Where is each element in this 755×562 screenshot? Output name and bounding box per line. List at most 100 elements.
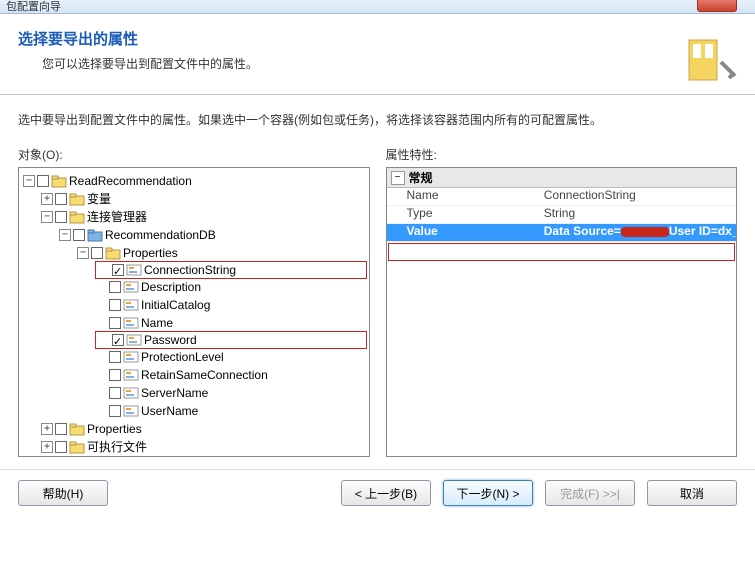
checkbox[interactable]: [91, 247, 103, 259]
tree-label: 变量: [87, 190, 111, 208]
tree-label: ConnectionString: [144, 261, 236, 279]
tree-label: Properties: [87, 420, 142, 438]
tree-node-connectionmanagers[interactable]: − 连接管理器: [41, 208, 367, 226]
window-titlebar: 包配置向导: [0, 0, 755, 14]
checkbox[interactable]: [73, 229, 85, 241]
grid-row-name[interactable]: Name ConnectionString: [387, 188, 737, 206]
tree-label: InitialCatalog: [141, 296, 210, 314]
checkbox[interactable]: [112, 264, 124, 276]
grid-value[interactable]: Data Source=User ID=dx_l: [544, 224, 736, 241]
checkbox[interactable]: [109, 351, 121, 363]
checkbox[interactable]: [109, 317, 121, 329]
checkbox[interactable]: [109, 405, 121, 417]
expand-toggle[interactable]: +: [41, 423, 53, 435]
tree-node-recommendationdb[interactable]: − RecommendationDB: [59, 226, 367, 244]
tree-node-username[interactable]: UserName: [95, 402, 367, 420]
folder-icon: [69, 192, 85, 206]
grid-section-title: 常规: [409, 169, 433, 186]
tree-node-properties-pkg[interactable]: + Properties: [41, 420, 367, 438]
checkbox[interactable]: [37, 175, 49, 187]
grid-row-value[interactable]: Value Data Source=User ID=dx_l: [387, 224, 737, 242]
property-icon: [126, 333, 142, 347]
tree-label: RetainSameConnection: [141, 366, 268, 384]
tree-node-password[interactable]: Password: [95, 331, 367, 349]
expand-toggle[interactable]: −: [41, 211, 53, 223]
tree-label: ProtectionLevel: [141, 348, 224, 366]
tree-label: Name: [141, 314, 173, 332]
expand-toggle[interactable]: +: [41, 441, 53, 453]
checkbox[interactable]: [109, 369, 121, 381]
tree-node-variables[interactable]: + 变量: [41, 190, 367, 208]
highlight-box: [388, 243, 736, 261]
objects-label: 对象(O):: [18, 146, 370, 163]
tree-label: Description: [141, 278, 201, 296]
properties-pane: 属性特性: − 常规 Name ConnectionString Type St…: [386, 146, 738, 457]
checkbox[interactable]: [112, 334, 124, 346]
grid-key: Value: [387, 224, 544, 241]
window-title: 包配置向导: [6, 1, 61, 13]
property-icon: [123, 280, 139, 294]
property-icon: [123, 350, 139, 364]
redacted-text: [621, 227, 669, 237]
expand-toggle[interactable]: −: [59, 229, 71, 241]
back-button[interactable]: < 上一步(B): [341, 480, 431, 506]
checkbox[interactable]: [55, 423, 67, 435]
property-icon: [123, 368, 139, 382]
grid-value: String: [544, 206, 736, 223]
tree-node-connectionstring[interactable]: ConnectionString: [95, 261, 367, 279]
wizard-header: 选择要导出的属性 您可以选择要导出到配置文件中的属性。: [0, 14, 755, 94]
grid-row-type[interactable]: Type String: [387, 206, 737, 224]
tree-node-properties[interactable]: − Properties: [77, 244, 367, 262]
page-title: 选择要导出的属性: [18, 28, 737, 49]
property-icon: [123, 404, 139, 418]
tree-node-name[interactable]: Name: [95, 314, 367, 332]
grid-value: ConnectionString: [544, 188, 736, 205]
folder-icon: [69, 440, 85, 454]
tree-node-root[interactable]: − ReadRecommendation: [23, 172, 367, 190]
grid-key: Type: [387, 206, 544, 223]
checkbox[interactable]: [55, 193, 67, 205]
finish-button: 完成(F) >>|: [545, 480, 635, 506]
checkbox[interactable]: [109, 281, 121, 293]
next-button[interactable]: 下一步(N) >: [443, 480, 533, 506]
tree-label: RecommendationDB: [105, 226, 216, 244]
page-description: 选中要导出到配置文件中的属性。如果选中一个容器(例如包或任务)，将选择该容器范围…: [0, 95, 755, 136]
tree-node-initialcatalog[interactable]: InitialCatalog: [95, 296, 367, 314]
property-grid: − 常规 Name ConnectionString Type String V…: [386, 167, 738, 457]
tree-node-description[interactable]: Description: [95, 278, 367, 296]
folder-icon: [69, 422, 85, 436]
cancel-button[interactable]: 取消: [647, 480, 737, 506]
tree-node-executables[interactable]: + 可执行文件: [41, 438, 367, 456]
property-icon: [123, 298, 139, 312]
expand-toggle[interactable]: −: [77, 247, 89, 259]
wizard-footer: 帮助(H) < 上一步(B) 下一步(N) > 完成(F) >>| 取消: [0, 469, 755, 516]
tree-node-retainsameconnection[interactable]: RetainSameConnection: [95, 366, 367, 384]
database-icon: [87, 228, 103, 242]
tree-node-servername[interactable]: ServerName: [95, 384, 367, 402]
tree-node-protectionlevel[interactable]: ProtectionLevel: [95, 348, 367, 366]
grid-section-header[interactable]: − 常规: [387, 168, 737, 188]
objects-pane: 对象(O): − ReadRecommendation + 变量: [18, 146, 370, 457]
collapse-toggle[interactable]: −: [391, 171, 405, 185]
tree-label: ServerName: [141, 384, 208, 402]
page-subtitle: 您可以选择要导出到配置文件中的属性。: [18, 55, 737, 72]
help-button[interactable]: 帮助(H): [18, 480, 108, 506]
properties-label: 属性特性:: [386, 146, 738, 163]
tree-label: 可执行文件: [87, 438, 147, 456]
objects-tree[interactable]: − ReadRecommendation + 变量 − 连接管理器: [19, 168, 369, 457]
tree-label: UserName: [141, 402, 198, 420]
expand-toggle[interactable]: +: [41, 193, 53, 205]
property-icon: [123, 316, 139, 330]
window-close-button[interactable]: [697, 0, 737, 12]
tree-label: 连接管理器: [87, 208, 147, 226]
checkbox[interactable]: [109, 299, 121, 311]
folder-icon: [105, 246, 121, 260]
checkbox[interactable]: [109, 387, 121, 399]
tree-label: Properties: [123, 244, 178, 262]
expand-toggle[interactable]: −: [23, 175, 35, 187]
checkbox[interactable]: [55, 211, 67, 223]
checkbox[interactable]: [55, 441, 67, 453]
grid-key: Name: [387, 188, 544, 205]
property-icon: [126, 263, 142, 277]
objects-tree-box: − ReadRecommendation + 变量 − 连接管理器: [18, 167, 370, 457]
